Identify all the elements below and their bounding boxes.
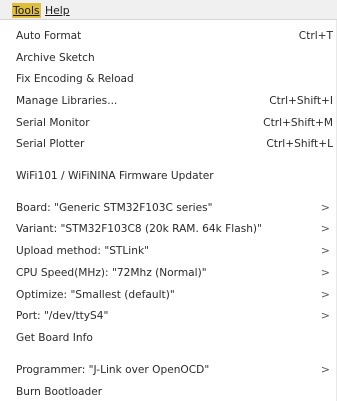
menu-item-archive-sketch[interactable]: Archive Sketch <box>0 48 337 68</box>
menu-item-label: Burn Bootloader <box>16 386 103 398</box>
shortcut-label: Ctrl+T <box>298 30 333 42</box>
menu-item-get-board-info[interactable]: Get Board Info <box>0 328 337 348</box>
menu-item-label: Variant: "STM32F103C8 (20k RAM. 64k Flas… <box>16 223 262 235</box>
menu-item-label: Archive Sketch <box>16 52 95 64</box>
chevron-right-icon: > <box>320 201 330 214</box>
menu-item-variant[interactable]: Variant: "STM32F103C8 (20k RAM. 64k Flas… <box>0 219 337 239</box>
menu-item-label: Optimize: "Smallest (default)" <box>16 289 175 301</box>
menu-item-burn-bootloader[interactable]: Burn Bootloader <box>0 382 337 401</box>
chevron-right-icon: > <box>320 222 330 235</box>
chevron-right-icon: > <box>320 309 330 322</box>
menu-item-label: Port: "/dev/ttyS4" <box>16 310 109 322</box>
menu-item-label: WiFi101 / WiFiNINA Firmware Updater <box>16 170 214 182</box>
menu-item-fix-encoding-reload[interactable]: Fix Encoding & Reload <box>0 69 337 89</box>
chevron-right-icon: > <box>320 363 330 376</box>
menu-item-port[interactable]: Port: "/dev/ttyS4" > <box>0 306 337 326</box>
menu-help[interactable]: Help <box>44 3 71 18</box>
menu-tools-label: Tools <box>13 4 40 17</box>
shortcut-label: Ctrl+Shift+L <box>266 138 333 150</box>
menu-item-optimize[interactable]: Optimize: "Smallest (default)" > <box>0 285 337 305</box>
menu-item-cpu-speed[interactable]: CPU Speed(MHz): "72Mhz (Normal)" > <box>0 263 337 283</box>
menu-item-serial-plotter[interactable]: Serial Plotter Ctrl+Shift+L <box>0 134 337 154</box>
menu-help-label: Help <box>45 4 70 17</box>
menu-item-board[interactable]: Board: "Generic STM32F103C series" > <box>0 198 337 218</box>
chevron-right-icon: > <box>320 266 330 279</box>
menu-item-label: Serial Plotter <box>16 138 85 150</box>
menu-item-serial-monitor[interactable]: Serial Monitor Ctrl+Shift+M <box>0 113 337 133</box>
shortcut-label: Ctrl+Shift+I <box>269 95 333 107</box>
menu-item-programmer[interactable]: Programmer: "J-Link over OpenOCD" > <box>0 360 337 380</box>
menu-bar: Tools Help <box>0 0 337 20</box>
chevron-right-icon: > <box>320 288 330 301</box>
menu-tools[interactable]: Tools <box>12 3 41 18</box>
menu-item-label: Serial Monitor <box>16 117 90 129</box>
menu-item-label: Get Board Info <box>16 332 93 344</box>
menu-item-manage-libraries[interactable]: Manage Libraries... Ctrl+Shift+I <box>0 91 337 111</box>
shortcut-label: Ctrl+Shift+M <box>263 117 333 129</box>
menu-item-label: Programmer: "J-Link over OpenOCD" <box>16 364 210 376</box>
menu-item-label: CPU Speed(MHz): "72Mhz (Normal)" <box>16 267 207 279</box>
menu-item-label: Manage Libraries... <box>16 95 118 107</box>
menu-item-label: Board: "Generic STM32F103C series" <box>16 202 213 214</box>
menu-item-label: Fix Encoding & Reload <box>16 73 134 85</box>
menu-item-label: Upload method: "STLink" <box>16 245 149 257</box>
chevron-right-icon: > <box>320 244 330 257</box>
menu-item-auto-format[interactable]: Auto Format Ctrl+T <box>0 26 337 46</box>
menu-item-label: Auto Format <box>16 30 82 42</box>
tools-dropdown-menu: Auto Format Ctrl+T Archive Sketch Fix En… <box>0 20 337 401</box>
menu-item-upload-method[interactable]: Upload method: "STLink" > <box>0 241 337 261</box>
menu-item-firmware-updater[interactable]: WiFi101 / WiFiNINA Firmware Updater <box>0 166 337 186</box>
